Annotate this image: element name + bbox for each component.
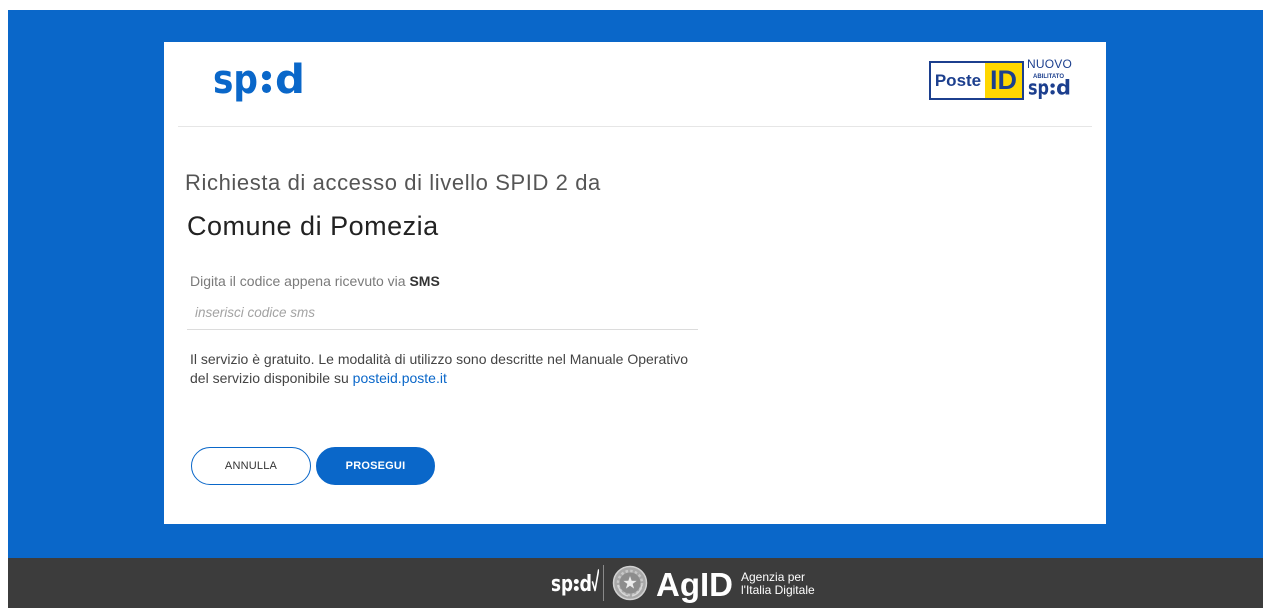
footer-spid-dot-bottom — [573, 586, 579, 591]
check-icon — [591, 569, 599, 592]
agid-subtitle: Agenzia per l'Italia Digitale — [741, 571, 815, 597]
spid-mini-dot-bottom — [1050, 90, 1055, 95]
service-info: Il servizio è gratuito. Le modalità di u… — [190, 350, 790, 388]
posteid-link[interactable]: posteid.poste.it — [353, 370, 447, 386]
id-word: ID — [985, 63, 1022, 98]
cancel-button[interactable]: ANNULLA — [191, 447, 311, 485]
access-request-heading: Richiesta di accesso di livello SPID 2 d… — [185, 170, 601, 195]
spid-logo-letters-right: d — [275, 62, 305, 103]
service-provider-name: Comune di Pomezia — [187, 211, 439, 241]
footer-spid-letters-right: d — [580, 572, 593, 597]
agid-subtitle-line-2: l'Italia Digitale — [741, 583, 815, 597]
footer-spid-letters-left: sp — [551, 572, 573, 597]
spid-mini-letters-left: sp — [1028, 79, 1049, 100]
poste-id-badge: Poste ID — [929, 61, 1024, 100]
emblem-icon — [612, 565, 648, 601]
spid-mini-letters-right: d — [1056, 79, 1071, 100]
page-background: sp d Poste ID NUOVO ABILITATO sp d Richi… — [8, 10, 1263, 558]
footer-spid-dot-top — [573, 579, 579, 584]
sms-channel-label: SMS — [409, 273, 440, 289]
service-info-line-2: del servizio disponibile su posteid.post… — [190, 369, 790, 388]
spid-logo-dot-top — [261, 70, 272, 81]
footer-spid-logo: sp d — [551, 569, 599, 597]
footer-separator — [603, 565, 604, 601]
spid-mini-dot-top — [1050, 83, 1055, 88]
sms-code-input[interactable] — [187, 296, 698, 330]
login-card: sp d Poste ID NUOVO ABILITATO sp d Richi… — [164, 42, 1106, 524]
spid-logo-letters-left: sp — [213, 62, 258, 103]
nuovo-label: NUOVO — [1027, 57, 1073, 71]
sms-code-label: Digita il codice appena ricevuto via SMS — [190, 273, 440, 289]
continue-button[interactable]: PROSEGUI — [316, 447, 435, 485]
sms-code-label-text: Digita il codice appena ricevuto via — [190, 273, 406, 289]
spid-logo-dot-bottom — [261, 83, 272, 93]
agid-logo-text: AgID — [656, 566, 733, 603]
poste-word: Poste — [931, 63, 985, 98]
service-info-line-1: Il servizio è gratuito. Le modalità di u… — [190, 351, 689, 367]
service-info-line-2-text: del servizio disponibile su — [190, 370, 349, 386]
header-divider — [178, 126, 1092, 127]
spid-mini-logo: sp d — [1028, 79, 1071, 100]
poste-id-logo: Poste ID NUOVO ABILITATO sp d — [929, 57, 1081, 103]
spid-logo: sp d — [213, 62, 305, 103]
footer-bar: sp d AgID Agenzia per l'Italia Digitale — [8, 558, 1263, 608]
